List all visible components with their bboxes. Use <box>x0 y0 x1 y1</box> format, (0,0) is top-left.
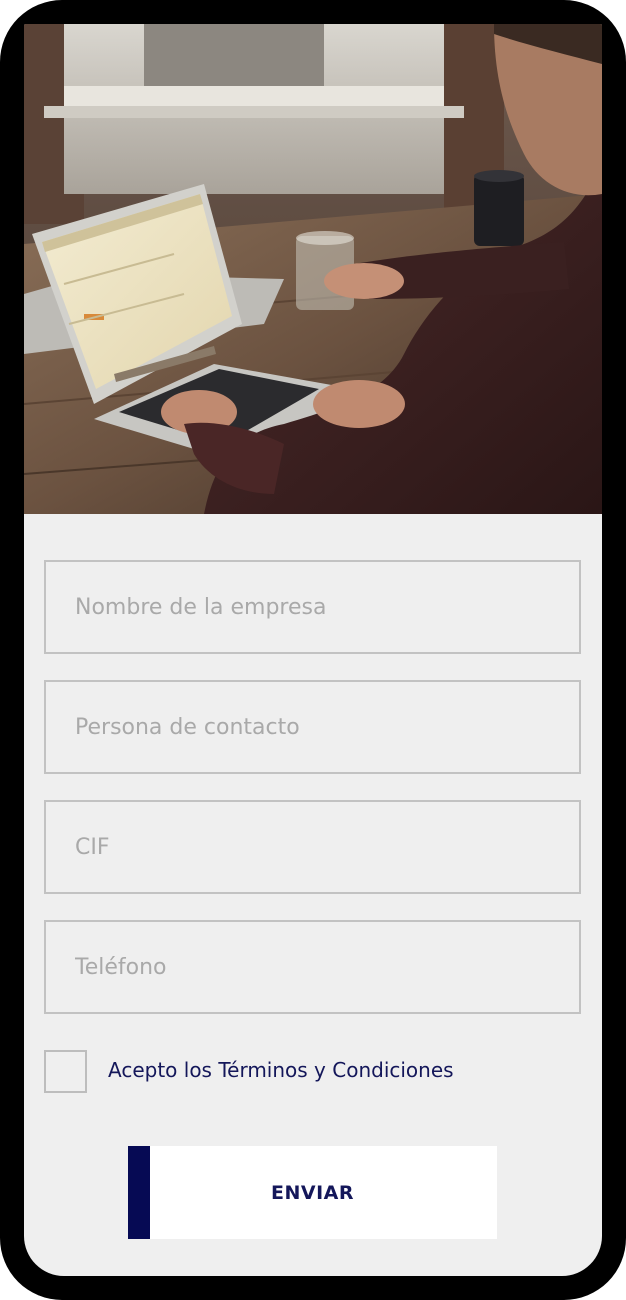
hero-image <box>24 24 602 514</box>
cif-input[interactable] <box>46 802 579 892</box>
company-name-field <box>44 560 581 654</box>
phone-input[interactable] <box>46 922 579 1012</box>
submit-button-label: ENVIAR <box>271 1181 354 1204</box>
terms-row: Acepto los Términos y Condiciones <box>44 1050 581 1094</box>
contact-person-input[interactable] <box>46 682 579 772</box>
contact-person-field <box>44 680 581 774</box>
submit-button[interactable]: ENVIAR <box>128 1146 497 1239</box>
screen: Acepto los Términos y Condiciones ENVIAR <box>24 24 602 1276</box>
terms-label[interactable]: Acepto los Términos y Condiciones <box>108 1058 454 1082</box>
phone-field <box>44 920 581 1014</box>
cif-field <box>44 800 581 894</box>
terms-checkbox[interactable] <box>44 1050 87 1093</box>
company-name-input[interactable] <box>46 562 579 652</box>
phone-frame: Acepto los Términos y Condiciones ENVIAR <box>0 0 626 1300</box>
